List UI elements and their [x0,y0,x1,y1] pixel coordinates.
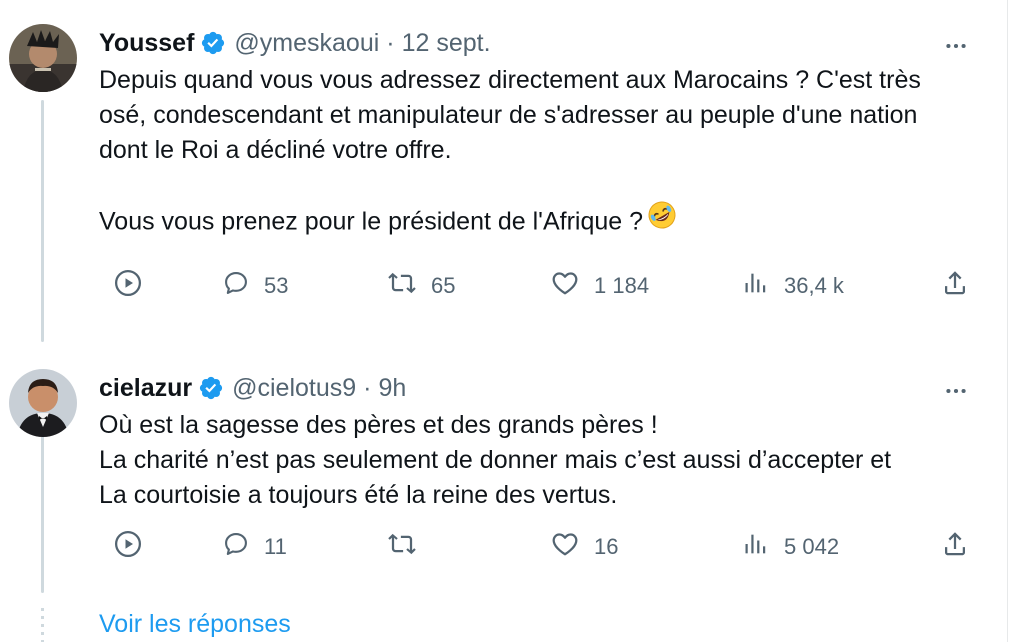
views-button[interactable]: 36,4 k [742,268,844,304]
tweet-text: Où est la sagesse des pères et des grand… [99,408,979,513]
timestamp[interactable]: 12 sept. [402,29,491,58]
like-button[interactable]: 16 [550,529,618,565]
share-button[interactable] [940,529,970,565]
like-count: 1 184 [594,273,650,298]
heart-icon [550,529,580,565]
tweet-text-line: Vous vous prenez pour le président de l'… [99,200,979,243]
tweet-text-line: La courtoisie a toujours été la reine de… [99,481,618,509]
tweet-text-line: La charité n’est pas seulement de donner… [99,446,892,474]
verified-badge-icon [198,375,224,401]
play-icon [113,529,143,565]
reply-count: 53 [264,273,289,298]
user-handle[interactable]: @cielotus9 [232,374,356,403]
display-name[interactable]: Youssef [99,29,194,58]
reply-icon [222,530,250,564]
show-replies-link[interactable]: Voir les réponses [99,610,291,639]
retweet-count: 65 [431,273,456,298]
separator: · [363,373,372,402]
tweet-text-line: Où est la sagesse des pères et des grand… [99,411,658,439]
column-border [1007,0,1008,642]
conversation-thread: Youssef @ymeskaoui · 12 sept. Depuis qua… [0,0,1024,642]
reply-icon [222,269,250,303]
tweet[interactable]: cielazur @cielotus9 · 9h Où est la sages… [0,345,1006,595]
tweet-actions: 11 16 5 042 [0,529,1006,565]
retweet-icon [387,268,417,304]
play-icon [113,268,143,304]
views-count: 5 042 [784,534,840,559]
timestamp[interactable]: 9h [379,374,407,403]
reply-button[interactable]: 53 [222,268,288,304]
reply-button[interactable]: 11 [222,529,287,565]
more-horizontal-icon[interactable] [940,375,972,407]
thread-dotted-connector [41,608,44,642]
reply-count: 11 [264,534,287,559]
tweet-actions: 53 65 1 184 36,4 k [0,268,1006,304]
like-count: 16 [594,534,619,559]
like-button[interactable]: 1 184 [550,268,649,304]
tweet[interactable]: Youssef @ymeskaoui · 12 sept. Depuis qua… [0,0,1006,330]
tweet-text-line: dont le Roi a décliné votre offre. [99,136,452,164]
user-handle[interactable]: @ymeskaoui [234,29,379,58]
play-button[interactable] [113,529,143,565]
display-name[interactable]: cielazur [99,374,192,403]
avatar[interactable] [9,369,77,437]
rolling-on-the-floor-laughing-emoji-icon [647,200,677,240]
play-button[interactable] [113,268,143,304]
views-button[interactable]: 5 042 [742,529,839,565]
share-icon [940,529,970,565]
retweet-button[interactable] [387,529,431,565]
share-button[interactable] [940,268,970,304]
tweet-header: cielazur @cielotus9 · 9h [99,371,406,405]
retweet-button[interactable]: 65 [387,268,455,304]
tweet-text-line: Depuis quand vous vous adressez directem… [99,66,921,94]
tweet-text: Depuis quand vous vous adressez directem… [99,63,979,243]
tweet-text-line: osé, condescendant et manipulateur de s'… [99,101,918,129]
more-horizontal-icon[interactable] [940,30,972,62]
tweet-header: Youssef @ymeskaoui · 12 sept. [99,26,491,60]
verified-badge-icon [200,30,226,56]
views-icon [742,269,770,303]
views-count: 36,4 k [784,273,844,298]
retweet-icon [387,529,417,565]
avatar[interactable] [9,24,77,92]
tweet-text-segment: Vous vous prenez pour le président de l'… [99,207,644,236]
separator: · [386,28,395,57]
heart-icon [550,268,580,304]
share-icon [940,268,970,304]
views-icon [742,530,770,564]
